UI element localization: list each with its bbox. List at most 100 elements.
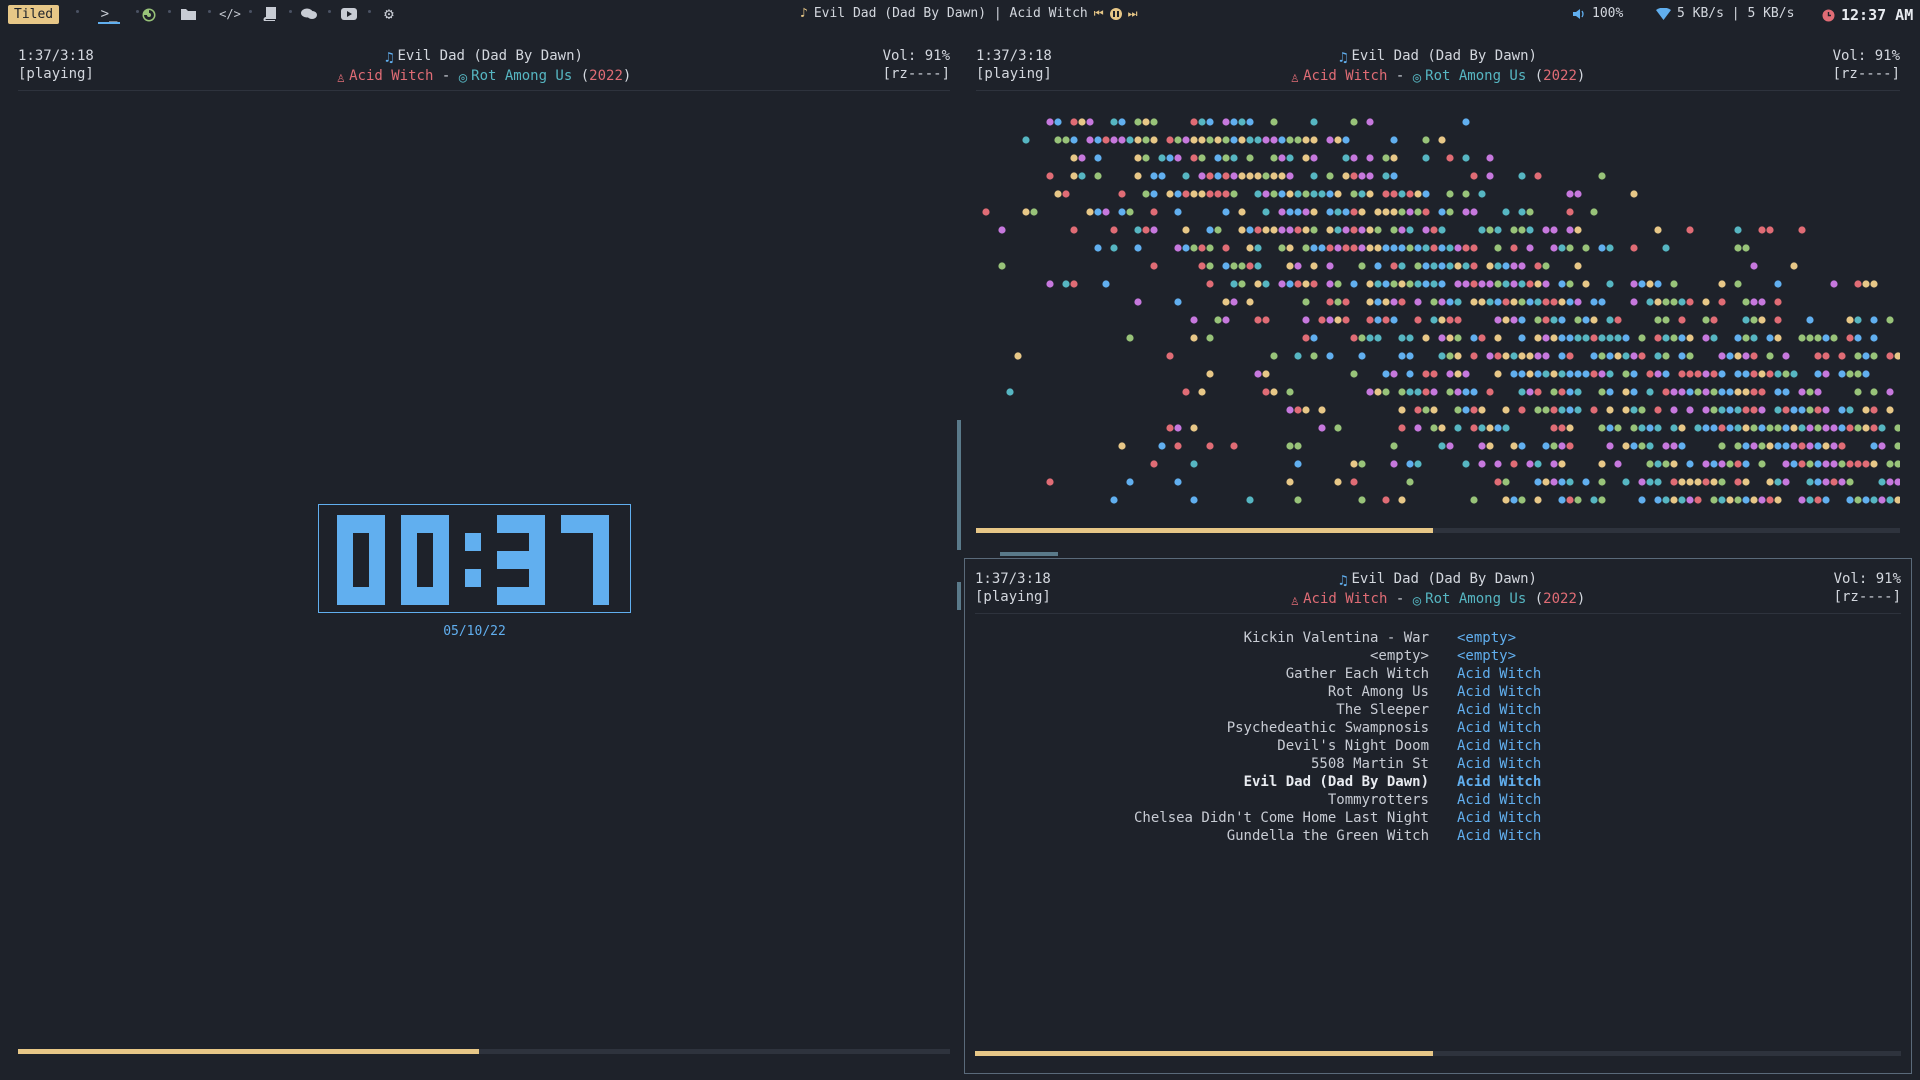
pause-icon[interactable] — [1109, 7, 1122, 20]
playlist-row[interactable]: Psychedeathic Swampnosis Acid Witch — [965, 719, 1911, 737]
visualizer-dot — [1206, 118, 1214, 126]
visualizer-dot — [1750, 496, 1758, 504]
workspace-book-icon[interactable] — [259, 4, 281, 24]
visualizer-dot — [1790, 406, 1798, 414]
visualizer-dot — [1742, 316, 1750, 324]
playlist-row[interactable]: The Sleeper Acid Witch — [965, 701, 1911, 719]
progress-bar[interactable] — [975, 1051, 1901, 1056]
visualizer-dot — [1774, 280, 1782, 288]
clock-pixel — [433, 533, 449, 551]
visualizer-dot — [1758, 388, 1766, 396]
visualizer-dot — [1750, 370, 1758, 378]
visualizer-dot — [1302, 298, 1310, 306]
visualizer-dot — [1486, 172, 1494, 180]
visualizer-dot — [1190, 496, 1198, 504]
visualizer-dot — [1254, 370, 1262, 378]
visualizer-dot — [1486, 442, 1494, 450]
visualizer-dot — [1398, 496, 1406, 504]
visualizer-dot — [1886, 352, 1894, 360]
visualizer-dot — [1542, 352, 1550, 360]
visualizer-dot — [1118, 442, 1126, 450]
visualizer-dot — [1358, 262, 1366, 270]
visualizer-dot — [1398, 208, 1406, 216]
visualizer-dot — [1342, 136, 1350, 144]
song-title: Psychedeathic Swampnosis — [1226, 720, 1429, 736]
progress-bar[interactable] — [976, 528, 1900, 533]
visualizer-dot — [1406, 244, 1414, 252]
visualizer-dot — [1886, 388, 1894, 396]
visualizer-dot — [1310, 262, 1318, 270]
visualizer-dot — [1390, 154, 1398, 162]
now-playing-widget[interactable]: ♪ Evil Dad (Dad By Dawn) | Acid Witch ⏮ … — [800, 6, 1138, 21]
visualizer-dot — [1390, 208, 1398, 216]
workspace-code-icon[interactable]: </> — [219, 4, 241, 24]
visualizer-dot — [1358, 496, 1366, 504]
visualizer-dot — [1510, 280, 1518, 288]
next-track-icon[interactable]: ⏭ — [1128, 7, 1138, 21]
visualizer-dot — [1534, 280, 1542, 288]
playlist-row[interactable]: Rot Among Us Acid Witch — [965, 683, 1911, 701]
visualizer-dot — [1414, 190, 1422, 198]
visualizer-dot — [1734, 352, 1742, 360]
visualizer-dot — [1614, 334, 1622, 342]
visualizer-dot — [1310, 172, 1318, 180]
visualizer-dot — [1294, 262, 1302, 270]
song-title: Rot Among Us — [1327, 684, 1429, 700]
visualizer-dot — [1566, 298, 1574, 306]
visualizer-dot — [1390, 190, 1398, 198]
workspace-folder-icon[interactable] — [178, 4, 200, 24]
visualizer-dot — [1406, 478, 1414, 486]
workspace-terminal-icon[interactable]: >_ — [98, 4, 120, 24]
visualizer-dot — [1366, 226, 1374, 234]
playlist-row[interactable]: 5508 Martin St Acid Witch — [965, 755, 1911, 773]
visualizer-dot — [1462, 370, 1470, 378]
visualizer-dot — [1454, 262, 1462, 270]
workspace-chat-icon[interactable] — [298, 4, 320, 24]
visualizer-dot — [1462, 406, 1470, 414]
paren-close: ) — [1576, 68, 1586, 84]
visualizer-dot — [1862, 460, 1870, 468]
workspace-youtube-icon[interactable] — [338, 4, 360, 24]
visualizer-dot — [1726, 406, 1734, 414]
progress-bar[interactable] — [18, 1049, 950, 1054]
playlist-row[interactable]: Kickin Valentina - War <empty> — [965, 629, 1911, 647]
visualizer-dot — [1326, 226, 1334, 234]
previous-track-icon[interactable]: ⏮ — [1094, 7, 1104, 21]
visualizer-dot — [1742, 496, 1750, 504]
visualizer-dot — [1622, 406, 1630, 414]
workspace-firefox-icon[interactable] — [138, 4, 160, 24]
visualizer-dot — [1822, 424, 1830, 432]
workspace-gear-icon[interactable]: ⚙ — [378, 4, 400, 24]
network-widget[interactable]: 5 KB/s | 5 KB/s — [1656, 6, 1794, 21]
volume-widget[interactable]: 100% — [1572, 6, 1623, 21]
visualizer-dot — [1518, 496, 1526, 504]
visualizer-dot — [1598, 496, 1606, 504]
visualizer-dot — [1438, 136, 1446, 144]
playlist-row[interactable]: Gather Each Witch Acid Witch — [965, 665, 1911, 683]
visualizer-dot — [1174, 424, 1182, 432]
visualizer-dot — [1654, 460, 1662, 468]
playlist-row[interactable]: <empty> <empty> — [965, 647, 1911, 665]
visualizer-dot — [1518, 370, 1526, 378]
visualizer-dot — [1558, 460, 1566, 468]
visualizer-dot — [1118, 208, 1126, 216]
visualizer-dot — [1190, 118, 1198, 126]
visualizer-dot — [1862, 406, 1870, 414]
clock-widget[interactable]: 12:37 AM — [1822, 6, 1913, 24]
layout-indicator[interactable]: Tiled — [8, 5, 60, 24]
visualizer-pane[interactable]: 1:37/3:18 [playing] Vol: 91% [rz----] ♫ E… — [966, 36, 1910, 548]
visualizer-dot — [1774, 334, 1782, 342]
playlist-row[interactable]: Devil's Night Doom Acid Witch — [965, 737, 1911, 755]
playlist-row-current[interactable]: Evil Dad (Dad By Dawn) Acid Witch — [965, 773, 1911, 791]
playlist-row[interactable]: Tommyrotters Acid Witch — [965, 791, 1911, 809]
visualizer-dot — [1366, 244, 1374, 252]
visualizer-dot — [1070, 136, 1078, 144]
visualizer-dot — [1894, 352, 1900, 360]
playlist-pane[interactable]: 1:37/3:18 [playing] Vol: 91% [rz----] ♫ E… — [964, 558, 1912, 1074]
playlist-row[interactable]: Gundella the Green Witch Acid Witch — [965, 827, 1911, 845]
visualizer-dot — [1334, 424, 1342, 432]
playlist-row[interactable]: Chelsea Didn't Come Home Last Night Acid … — [965, 809, 1911, 827]
visualizer-dot — [1350, 370, 1358, 378]
clock-pane[interactable]: 1:37/3:18 [playing] Vol: 91% [rz----] ♫ E… — [8, 36, 960, 1072]
paren-open: ( — [1534, 68, 1544, 84]
